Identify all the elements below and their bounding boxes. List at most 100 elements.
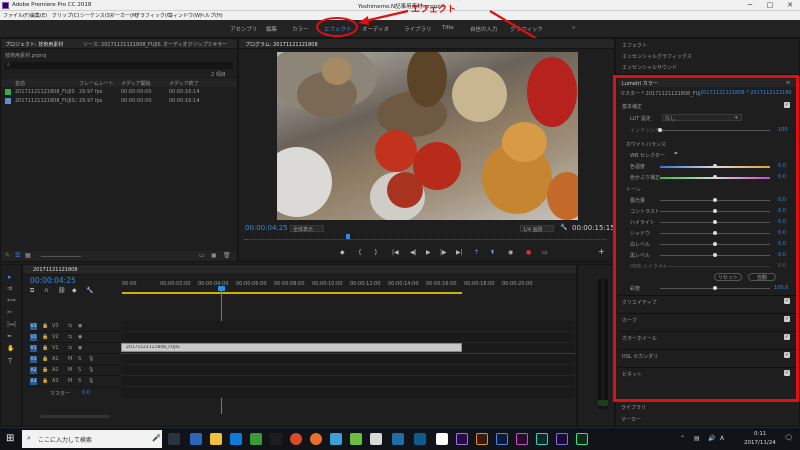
quality-dropdown[interactable]: 1/4 画質 [520, 225, 554, 233]
track-target[interactable]: V2 [30, 334, 37, 341]
slip-icon[interactable]: |↔| [7, 321, 16, 328]
panel-menu-icon[interactable]: ≡ [786, 80, 790, 86]
color-wheels-section[interactable]: カラーホイール [622, 335, 657, 342]
track-target[interactable]: V3 [30, 323, 37, 330]
mic-icon[interactable]: 🎙 [88, 356, 94, 362]
highlights-knob[interactable] [713, 220, 717, 224]
clock-date[interactable]: 2017/11/24 [744, 440, 776, 446]
tab-audio-clip-mixer[interactable]: オーディオクリップミキサー [163, 41, 228, 48]
mute-button[interactable]: M [68, 378, 72, 384]
blacks-knob[interactable] [713, 253, 717, 257]
lut-dropdown[interactable]: なし ▾ [662, 114, 742, 122]
temperature-knob[interactable] [713, 164, 717, 168]
effects-item[interactable]: エフェクト [622, 42, 647, 49]
mute-button[interactable]: M [68, 367, 72, 373]
vignette-checkbox[interactable]: ✓ [784, 370, 790, 376]
premiere-taskbar-icon[interactable] [456, 433, 468, 445]
track-target[interactable]: V1 [30, 345, 37, 352]
step-forward-icon[interactable]: |▶ [440, 249, 447, 256]
mute-button[interactable]: M [68, 356, 72, 362]
lock-icon[interactable]: 🔒 [42, 334, 48, 340]
app-icon[interactable] [516, 433, 528, 445]
track-target[interactable]: A3 [30, 378, 37, 385]
razor-icon[interactable]: ✂ [7, 309, 12, 316]
extract-icon[interactable]: ⇞ [490, 249, 495, 256]
record-icon[interactable]: ● [526, 249, 531, 256]
whites-knob[interactable] [713, 242, 717, 246]
timeline-ruler[interactable]: 00:00 00:00:02:00 00:00:04:00 00:00:06:0… [122, 281, 572, 291]
chrome-icon[interactable] [290, 433, 302, 445]
essential-graphics-item[interactable]: エッセンシャルグラフィックス [622, 53, 692, 60]
app-icon[interactable] [556, 433, 568, 445]
shadows-knob[interactable] [713, 231, 717, 235]
tint-value[interactable]: 0.0 [778, 174, 786, 180]
track-target[interactable]: A1 [30, 356, 37, 363]
app-icon[interactable] [392, 433, 404, 445]
go-to-in-icon[interactable]: |◀ [392, 249, 399, 256]
auto-button[interactable]: 自動 [748, 273, 776, 281]
list-view-icon[interactable]: ☰ [15, 252, 20, 259]
tab-source[interactable]: ソース: 20171121121808_FUJIS [83, 41, 161, 48]
app-icon[interactable] [350, 433, 362, 445]
go-to-out-icon[interactable]: ▶| [456, 249, 463, 256]
notification-icon[interactable]: 🗨 [784, 434, 793, 442]
intensity-value[interactable]: 100 [778, 127, 788, 133]
play-icon[interactable]: ▶ [426, 249, 431, 256]
clock-time[interactable]: 0:11 [754, 431, 766, 437]
new-bin-icon[interactable]: ▭ [199, 252, 205, 259]
contrast-value[interactable]: 0.0 [778, 208, 786, 214]
program-title[interactable]: プログラム: 20171121121808 [245, 41, 318, 48]
snap-icon[interactable]: ∩ [44, 287, 48, 294]
add-marker-icon[interactable]: ◆ [340, 249, 345, 256]
tint-knob[interactable] [713, 175, 717, 179]
eyedropper-icon[interactable]: ✒ [674, 151, 678, 157]
task-view-icon[interactable] [168, 433, 180, 445]
app-icon[interactable] [270, 433, 282, 445]
creative-section[interactable]: クリエイティブ [622, 299, 657, 306]
column-fps[interactable]: フレームレート [79, 80, 114, 87]
microphone-icon[interactable]: 🎤 [152, 434, 161, 442]
blacks-value[interactable]: 0.0 [778, 252, 786, 258]
mic-icon[interactable]: 🎙 [88, 378, 94, 384]
column-media-end[interactable]: メディア終了 [169, 80, 199, 87]
eye-icon[interactable]: ◉ [78, 323, 82, 329]
app-icon[interactable] [330, 433, 342, 445]
sync-icon[interactable]: ⇆ [68, 345, 72, 351]
saturation-knob[interactable] [713, 286, 717, 290]
mark-in-icon[interactable]: { [358, 249, 362, 256]
eye-icon[interactable]: ◉ [78, 345, 82, 351]
pen-icon[interactable]: ✎ [5, 252, 10, 259]
shadows-value[interactable]: 0.0 [778, 230, 786, 236]
lumetri-title[interactable]: Lumetri カラー [622, 80, 658, 87]
hsl-secondary-checkbox[interactable]: ✓ [784, 352, 790, 358]
highlights-value[interactable]: 0.0 [778, 219, 786, 225]
tone-section[interactable]: トーン [626, 186, 641, 193]
contrast-knob[interactable] [713, 209, 717, 213]
video-clip[interactable]: 20171121121808_FUJIS [121, 343, 462, 352]
column-name[interactable]: 名前 [15, 80, 25, 87]
master-source[interactable]: マスター * 20171121121808_FUJIS [620, 90, 700, 97]
mark-out-icon[interactable]: } [374, 249, 378, 256]
hdr-highlights-value[interactable]: 0.0 [778, 263, 786, 269]
track-target[interactable]: A2 [30, 367, 37, 374]
lock-icon[interactable]: 🔒 [42, 323, 48, 329]
hdr-highlights-slider[interactable] [660, 266, 770, 267]
new-item-icon[interactable]: ▣ [211, 252, 217, 259]
fit-dropdown[interactable]: 全体表示 [290, 225, 324, 233]
project-row[interactable]: 20171121121808_FUJIS.MTS 29.97 fps 00:00… [1, 97, 237, 106]
app-icon[interactable] [414, 433, 426, 445]
intensity-knob[interactable] [658, 128, 662, 132]
curves-checkbox[interactable]: ✓ [784, 316, 790, 322]
vignette-section[interactable]: ビネット [622, 371, 642, 378]
sync-icon[interactable]: ⇆ [68, 334, 72, 340]
lock-icon[interactable]: 🔒 [42, 378, 48, 384]
basic-correction-section[interactable]: 基本補正 [622, 103, 642, 110]
ime-icon[interactable]: A [720, 435, 724, 442]
playhead-handle[interactable] [218, 286, 225, 291]
pen-tool-icon[interactable]: ✒ [7, 333, 12, 340]
export-frame-icon[interactable]: ◉ [508, 249, 513, 256]
curves-section[interactable]: カーブ [622, 317, 637, 324]
volume-icon[interactable]: 🔊 [708, 435, 715, 442]
creative-checkbox[interactable]: ✓ [784, 298, 790, 304]
app-icon[interactable] [436, 433, 448, 445]
